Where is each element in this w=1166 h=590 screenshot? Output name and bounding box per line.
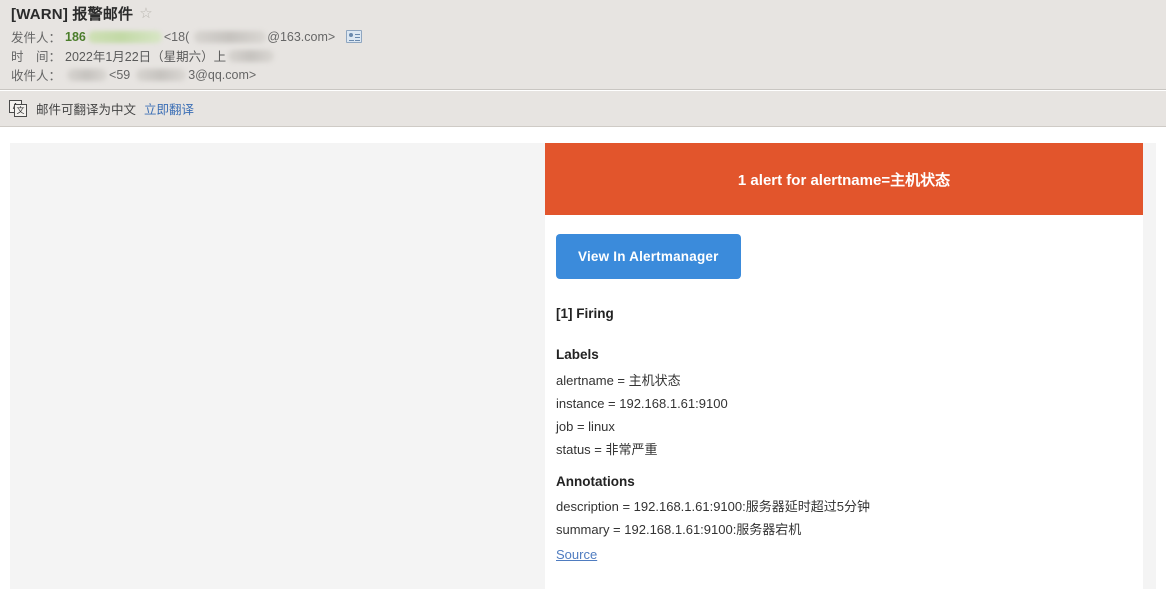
label-row: status = 非常严重 — [556, 442, 658, 457]
mail-subject: [WARN] 报警邮件 — [11, 6, 134, 23]
recipient-email-suffix: 3@qq.com> — [188, 67, 257, 82]
sender-line: 发件人： 186 <18( @163.com> — [11, 27, 363, 46]
mail-body-area: 1 alert for alertname=主机状态 View In Alert… — [10, 143, 1156, 590]
sender-name-redaction — [87, 30, 162, 43]
alert-banner: 1 alert for alertname=主机状态 — [545, 143, 1143, 215]
date-time-redaction — [228, 49, 275, 62]
contact-card-icon[interactable] — [346, 30, 363, 43]
recipient-email-redaction — [136, 68, 187, 81]
translate-now-link[interactable]: 立即翻译 — [144, 99, 194, 118]
sender-name: 186 — [65, 29, 86, 44]
firing-title: [1] Firing — [556, 306, 614, 321]
view-in-alertmanager-button[interactable]: View In Alertmanager — [556, 234, 741, 279]
recipient-line: 收件人： <59 3@qq.com> — [11, 65, 260, 84]
recipient-name-redaction — [67, 68, 108, 81]
date-label: 时 间： — [11, 50, 62, 64]
source-link[interactable]: Source — [556, 547, 597, 562]
recipient-label: 收件人： — [11, 69, 62, 83]
annotation-row: summary = 192.168.1.61:9100:服务器宕机 — [556, 522, 802, 537]
sender-email-redaction — [194, 30, 267, 43]
label-row: alertname = 主机状态 — [556, 373, 681, 388]
subject-row: [WARN] 报警邮件 ☆ — [11, 3, 153, 24]
label-row: job = linux — [556, 419, 615, 434]
annotation-row: description = 192.168.1.61:9100:服务器延时超过5… — [556, 499, 870, 514]
sender-label: 发件人： — [11, 31, 62, 45]
translate-icon-glyph-b: 文 — [14, 103, 27, 117]
annotations-heading: Annotations — [556, 474, 635, 489]
sender-email-suffix: @163.com> — [267, 29, 336, 44]
date-line: 时 间： 2022年1月22日（星期六）上 — [11, 46, 276, 65]
star-outline-icon[interactable]: ☆ — [139, 6, 152, 21]
sender-email-prefix: <18( — [163, 29, 190, 44]
translate-prompt-text: 邮件可翻译为中文 — [36, 103, 137, 117]
mail-header: [WARN] 报警邮件 ☆ 发件人： 186 <18( @163.com> 时 … — [0, 0, 1166, 90]
alert-card: 1 alert for alertname=主机状态 View In Alert… — [545, 143, 1143, 590]
translate-bar: A 文 邮件可翻译为中文 立即翻译 — [0, 91, 1166, 127]
label-row: instance = 192.168.1.61:9100 — [556, 396, 728, 411]
translate-icon: A 文 — [9, 99, 28, 118]
alert-body: View In Alertmanager [1] Firing Labels a… — [545, 215, 1143, 590]
recipient-email-prefix: <59 — [109, 67, 131, 82]
labels-heading: Labels — [556, 347, 599, 362]
date-value: 2022年1月22日（星期六）上 — [65, 50, 227, 64]
